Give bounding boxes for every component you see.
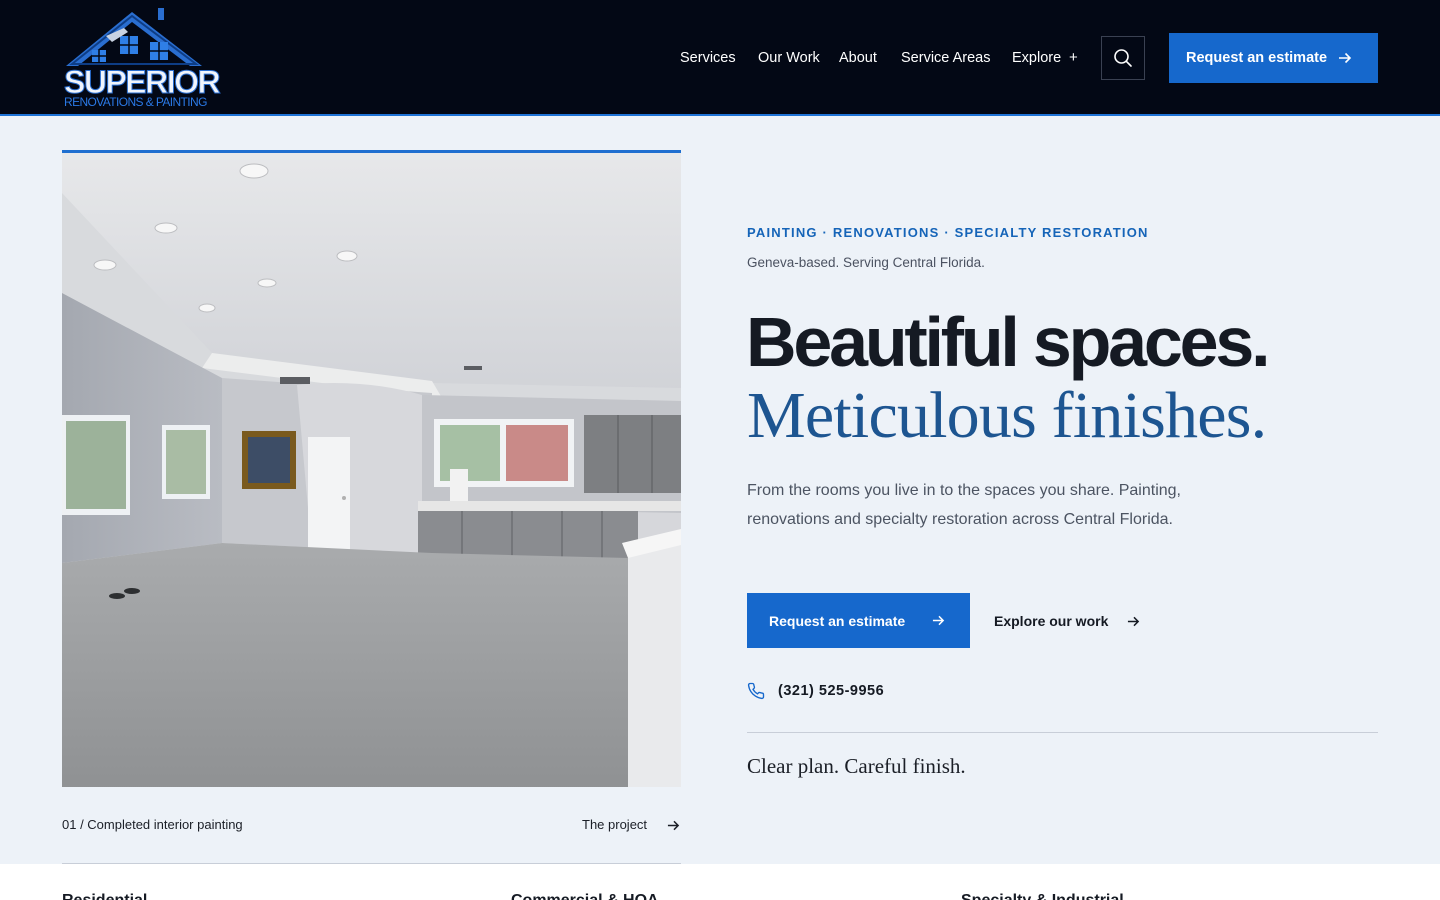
hero-project-photo [62,150,681,787]
nav-item-services[interactable]: Services [680,48,736,68]
services-eyebrow: PAINTING · RENOVATIONS · SPECIALTY RESTO… [747,225,1149,240]
tagline: Clear plan. Careful finish. [747,754,966,778]
category-residential[interactable]: Residential [62,891,147,900]
brand-name: SUPERIOR [64,64,222,100]
category-commercial-hoa[interactable]: Commercial & HOA [511,891,659,900]
nav-item-our-work[interactable]: Our Work [758,48,820,68]
header-cta-label: Request an estimate [1186,50,1328,66]
hero-description: From the rooms you live in to the spaces… [747,482,1181,528]
phone-icon[interactable] [747,682,765,700]
search-icon [1114,49,1132,67]
explore-work-link[interactable]: Explore our work [994,611,1108,631]
request-estimate-label: Request an estimate [769,612,906,629]
explore-expand-icon[interactable]: + [1069,48,1078,68]
gallery-caption: 01 / Completed interior painting [62,817,243,832]
divider [747,732,1378,733]
request-estimate-button[interactable]: Request an estimate [747,593,970,648]
categories-band: Residential Commercial & HOA Specialty &… [0,864,1440,900]
hero-headline-secondary: Meticulous finishes. [747,379,1267,452]
interior-room-illustration [62,153,681,787]
arrow-right-icon [1339,52,1352,64]
project-link[interactable]: The project [582,816,647,834]
brand-subtitle: RENOVATIONS & PAINTING [64,95,207,109]
site-header: SUPERIOR RENOVATIONS & PAINTING Services… [0,0,1440,116]
nav-item-service-areas[interactable]: Service Areas [901,48,990,68]
nav-item-explore[interactable]: Explore [1012,48,1061,68]
hero-headline-primary: Beautiful spaces. [746,303,1271,381]
search-button[interactable] [1101,36,1145,80]
nav-item-about[interactable]: About [839,48,877,68]
category-specialty-industrial[interactable]: Specialty & Industrial [961,891,1124,900]
header-request-estimate-button[interactable]: Request an estimate [1169,33,1378,83]
location-text: Geneva-based. Serving Central Florida. [747,255,985,270]
phone-number-link[interactable]: (321) 525-9956 [778,681,884,701]
arrow-right-icon [932,615,945,626]
arrow-right-icon[interactable] [667,819,680,832]
arrow-right-icon[interactable] [1127,615,1140,628]
